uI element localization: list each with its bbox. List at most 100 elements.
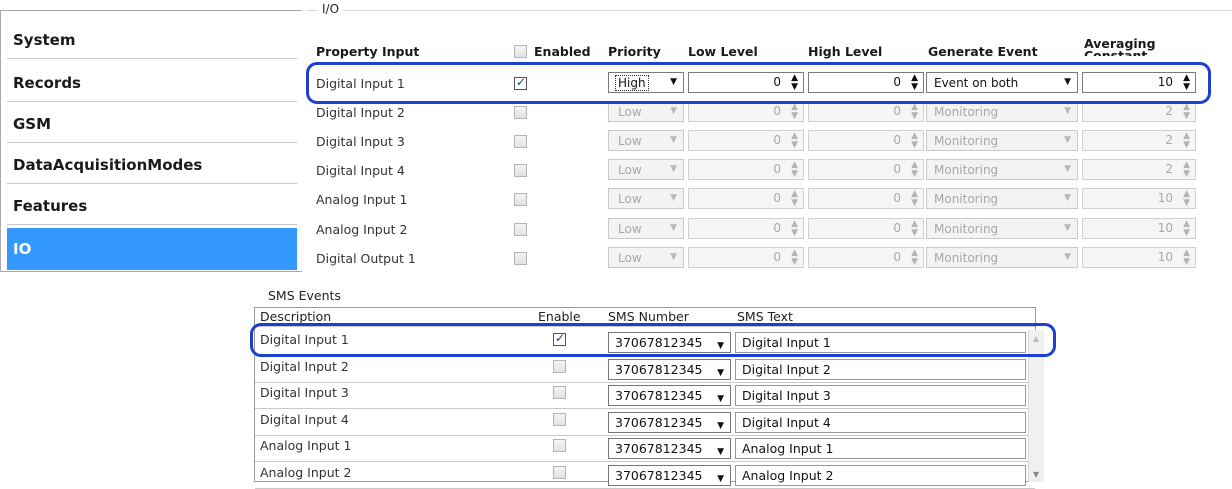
row-3-enabled-checkbox[interactable] [514, 164, 527, 177]
row-6-high-level-spinner[interactable]: 0 ▲ ▼ [808, 247, 924, 268]
row-5-priority-select[interactable]: Low ▼ [608, 218, 684, 239]
chevron-down-icon: ▼ [670, 164, 677, 174]
spin-down-icon[interactable]: ▼ [1183, 258, 1190, 267]
sms-row-4-number-select[interactable]: 37067812345 ▼ [608, 438, 731, 459]
spin-down-icon[interactable]: ▼ [911, 170, 918, 179]
row-1-enabled-checkbox[interactable] [514, 106, 527, 119]
row-3-priority-select[interactable]: Low ▼ [608, 159, 684, 180]
row-1-high-level-spinner[interactable]: 0 ▲ ▼ [808, 101, 924, 122]
row-6-averaging-spinner[interactable]: 10 ▲ ▼ [1082, 247, 1196, 268]
sms-number-value: 37067812345 [615, 388, 703, 403]
row-5-averaging-spinner[interactable]: 10 ▲ ▼ [1082, 218, 1196, 239]
header-low-level: Low Level [688, 44, 758, 59]
spin-down-icon[interactable]: ▼ [791, 229, 798, 238]
spin-down-icon[interactable]: ▼ [911, 229, 918, 238]
row-4-low-level-spinner[interactable]: 0 ▲ ▼ [688, 188, 804, 209]
row-5-low-level-spinner[interactable]: 0 ▲ ▼ [688, 218, 804, 239]
sidebar-item-system[interactable]: System [7, 21, 297, 59]
sms-highlight-outline [250, 323, 1056, 357]
row-3-averaging-spinner[interactable]: 2 ▲ ▼ [1082, 159, 1196, 180]
io-group-title: I/O [318, 2, 344, 16]
spin-down-icon[interactable]: ▼ [1183, 199, 1190, 208]
row-2-low-level-spinner[interactable]: 0 ▲ ▼ [688, 130, 804, 151]
sidebar-item-label: Records [13, 73, 81, 92]
sms-row-2-text-input[interactable]: Digital Input 3 [735, 385, 1026, 406]
row-1-averaging-spinner[interactable]: 2 ▲ ▼ [1082, 101, 1196, 122]
sidebar-item-data-acquisition-modes[interactable]: DataAcquisitionModes [7, 146, 297, 184]
row-4-generate-event-select[interactable]: Monitoring ▼ [926, 188, 1078, 209]
row-3-generate-event-select[interactable]: Monitoring ▼ [926, 159, 1078, 180]
high-level-value: 0 [893, 133, 901, 147]
event-value: Monitoring [934, 104, 999, 119]
spin-down-icon[interactable]: ▼ [911, 112, 918, 121]
row-3-high-level-spinner[interactable]: 0 ▲ ▼ [808, 159, 924, 180]
row-1-low-level-spinner[interactable]: 0 ▲ ▼ [688, 101, 804, 122]
row-4-averaging-spinner[interactable]: 10 ▲ ▼ [1082, 188, 1196, 209]
low-level-value: 0 [773, 133, 781, 147]
sms-row-4-enable-checkbox[interactable] [553, 439, 566, 452]
row-2-averaging-spinner[interactable]: 2 ▲ ▼ [1082, 130, 1196, 151]
row-6-property-name: Digital Output 1 [316, 251, 416, 266]
enabled-all-checkbox[interactable] [514, 45, 527, 58]
spin-down-icon[interactable]: ▼ [791, 141, 798, 150]
row-5-enabled-checkbox[interactable] [514, 223, 527, 236]
sidebar-item-gsm[interactable]: GSM [7, 105, 297, 143]
row-4-priority-select[interactable]: Low ▼ [608, 188, 684, 209]
spin-down-icon[interactable]: ▼ [1183, 170, 1190, 179]
sms-row-1-enable-checkbox[interactable] [553, 360, 566, 373]
sms-row-5-number-select[interactable]: 37067812345 ▼ [608, 465, 731, 486]
row-6-generate-event-select[interactable]: Monitoring ▼ [926, 247, 1078, 268]
row-5-high-level-spinner[interactable]: 0 ▲ ▼ [808, 218, 924, 239]
sms-row-3-number-select[interactable]: 37067812345 ▼ [608, 412, 731, 433]
chevron-down-icon: ▼ [670, 135, 677, 145]
high-level-value: 0 [893, 250, 901, 264]
sms-row-4-text-input[interactable]: Analog Input 1 [735, 438, 1026, 459]
spin-down-icon[interactable]: ▼ [911, 141, 918, 150]
row-2-generate-event-select[interactable]: Monitoring ▼ [926, 130, 1078, 151]
row-2-enabled-checkbox[interactable] [514, 135, 527, 148]
sidebar-item-label: DataAcquisitionModes [13, 155, 203, 174]
sidebar-item-features[interactable]: Features [7, 187, 297, 225]
chevron-down-icon: ▼ [1064, 164, 1071, 174]
row-4-high-level-spinner[interactable]: 0 ▲ ▼ [808, 188, 924, 209]
sms-row-5-enable-checkbox[interactable] [553, 466, 566, 479]
row-6-low-level-spinner[interactable]: 0 ▲ ▼ [688, 247, 804, 268]
sms-row-1-description: Digital Input 2 [260, 359, 349, 374]
sms-row-1-text-input[interactable]: Digital Input 2 [735, 359, 1026, 380]
sms-row-1-number-select[interactable]: 37067812345 ▼ [608, 359, 731, 380]
spin-down-icon[interactable]: ▼ [1183, 141, 1190, 150]
sidebar-item-io[interactable]: IO [7, 228, 297, 270]
sms-row-3-text-input[interactable]: Digital Input 4 [735, 412, 1026, 433]
spin-down-icon[interactable]: ▼ [791, 170, 798, 179]
low-level-value: 0 [773, 104, 781, 118]
spin-down-icon[interactable]: ▼ [911, 199, 918, 208]
spin-down-icon[interactable]: ▼ [791, 199, 798, 208]
row-5-generate-event-select[interactable]: Monitoring ▼ [926, 218, 1078, 239]
sms-row-2-enable-checkbox[interactable] [553, 386, 566, 399]
sms-row-2-number-select[interactable]: 37067812345 ▼ [608, 385, 731, 406]
sms-row-5-description: Analog Input 2 [260, 465, 352, 480]
row-1-generate-event-select[interactable]: Monitoring ▼ [926, 101, 1078, 122]
row-3-low-level-spinner[interactable]: 0 ▲ ▼ [688, 159, 804, 180]
spin-down-icon[interactable]: ▼ [791, 112, 798, 121]
spin-down-icon[interactable]: ▼ [791, 258, 798, 267]
row-1-priority-select[interactable]: Low ▼ [608, 101, 684, 122]
sms-row-3-enable-checkbox[interactable] [553, 413, 566, 426]
row-2-high-level-spinner[interactable]: 0 ▲ ▼ [808, 130, 924, 151]
row-6-priority-select[interactable]: Low ▼ [608, 247, 684, 268]
row-6-enabled-checkbox[interactable] [514, 252, 527, 265]
row-4-enabled-checkbox[interactable] [514, 193, 527, 206]
priority-value: Low [618, 221, 642, 236]
spin-down-icon[interactable]: ▼ [911, 258, 918, 267]
row-2-priority-select[interactable]: Low ▼ [608, 130, 684, 151]
sms-row-5-text-input[interactable]: Analog Input 2 [735, 465, 1026, 486]
spin-down-icon[interactable]: ▼ [1183, 229, 1190, 238]
sms-row-4-description: Analog Input 1 [260, 438, 352, 453]
chevron-down-icon: ▼ [717, 421, 724, 431]
sidebar-item-label: Features [13, 196, 88, 215]
high-level-value: 0 [893, 162, 901, 176]
sidebar-item-records[interactable]: Records [7, 64, 297, 102]
scroll-down-icon[interactable]: ▼ [1033, 470, 1039, 479]
spin-down-icon[interactable]: ▼ [1183, 112, 1190, 121]
averaging-value: 2 [1165, 104, 1173, 118]
